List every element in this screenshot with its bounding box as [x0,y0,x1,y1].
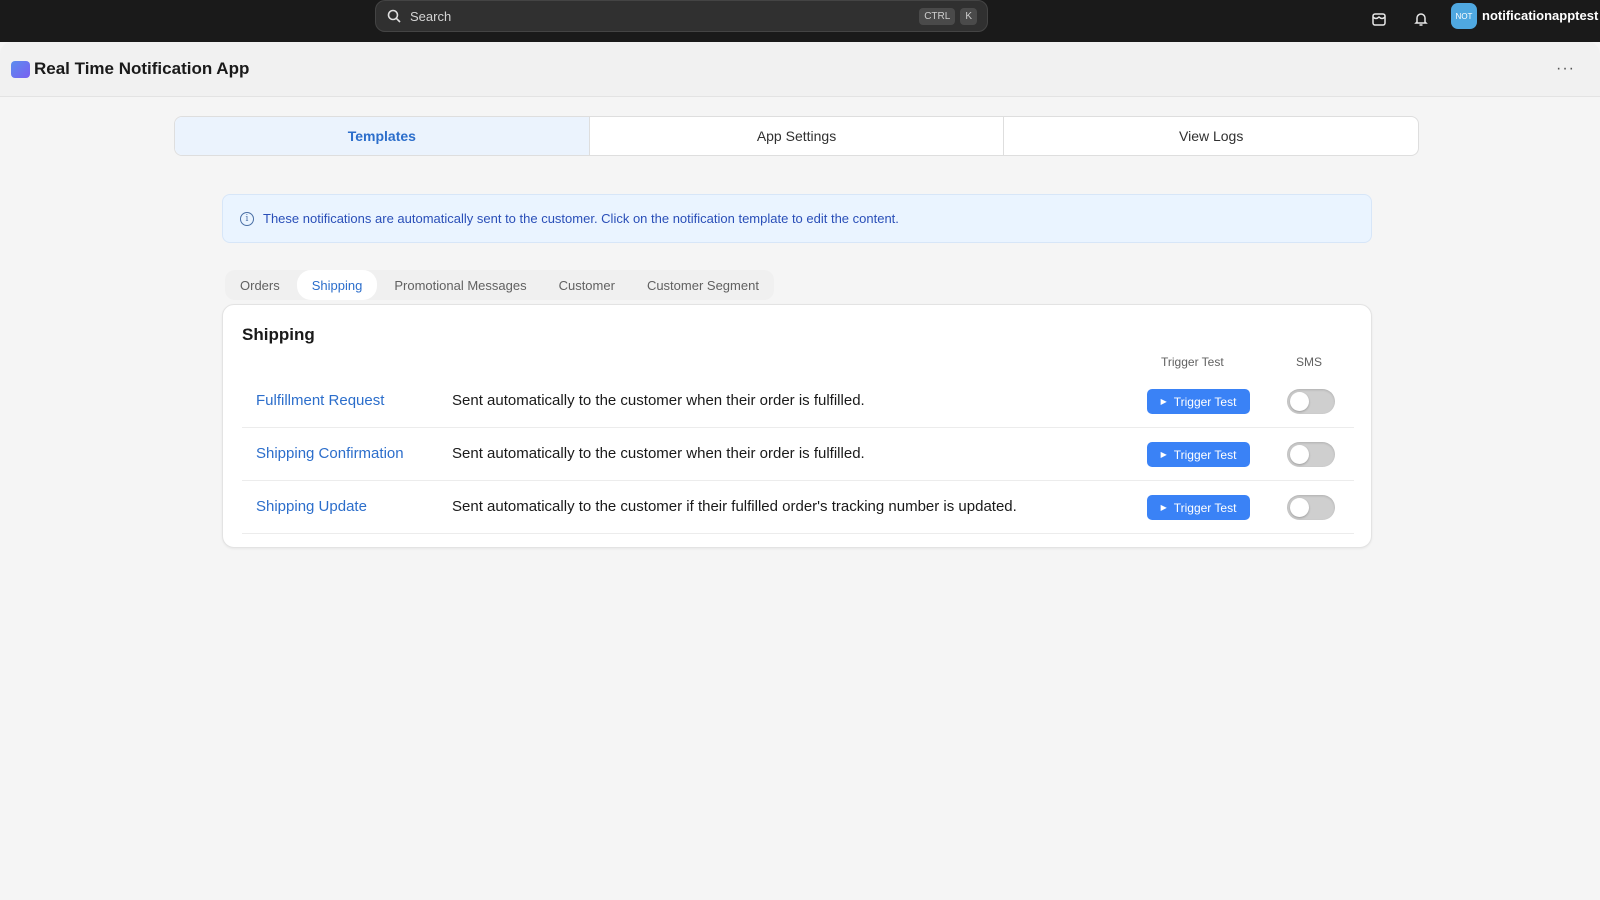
toggle-knob [1290,392,1309,411]
shortcut-key-ctrl: CTRL [919,7,956,25]
template-description: Sent automatically to the customer when … [452,392,865,409]
app-logo-icon [11,61,30,78]
top-bar: Search CTRL K NOT notificationapptest [0,0,1600,42]
template-row: Shipping Update Sent automatically to th… [242,481,1354,534]
bell-icon[interactable] [1408,6,1434,32]
template-link-shipping-update[interactable]: Shipping Update [256,498,367,515]
toggle-knob [1290,498,1309,517]
tab-app-settings[interactable]: App Settings [590,117,1005,155]
info-icon: i [240,211,254,226]
template-row: Fulfillment Request Sent automatically t… [242,375,1354,428]
app-header: Real Time Notification App ··· [0,42,1600,97]
subtab-customer[interactable]: Customer [544,270,630,300]
tab-templates[interactable]: Templates [175,117,590,155]
subtab-shipping[interactable]: Shipping [296,270,378,300]
template-link-fulfillment-request[interactable]: Fulfillment Request [256,392,384,409]
sms-toggle[interactable] [1287,389,1335,414]
template-link-shipping-confirmation[interactable]: Shipping Confirmation [256,445,404,462]
sub-tabs: Orders Shipping Promotional Messages Cus… [225,270,774,300]
shortcut-key-k: K [960,7,977,25]
trigger-test-label: Trigger Test [1173,500,1237,515]
toggle-knob [1290,445,1309,464]
trigger-test-label: Trigger Test [1173,447,1237,462]
store-icon[interactable] [1366,6,1392,32]
column-header-trigger-test: Trigger Test [1161,355,1224,369]
avatar[interactable]: NOT [1451,3,1477,29]
search-placeholder: Search [410,8,452,24]
shipping-card: Shipping Trigger Test SMS Fulfillment Re… [222,304,1372,548]
main-tabs: Templates App Settings View Logs [174,116,1419,156]
play-icon: ▶ [1160,503,1167,512]
banner-message: These notifications are automatically se… [263,211,899,226]
username[interactable]: notificationapptest [1482,8,1598,23]
play-icon: ▶ [1160,450,1167,459]
card-title: Shipping [242,325,315,344]
more-actions-button[interactable]: ··· [1556,60,1575,78]
info-banner: i These notifications are automatically … [222,194,1372,243]
search-bar[interactable]: Search CTRL K [375,0,988,32]
template-description: Sent automatically to the customer when … [452,445,865,462]
sms-toggle[interactable] [1287,442,1335,467]
subtab-orders[interactable]: Orders [225,270,295,300]
column-header-sms: SMS [1296,355,1323,369]
tab-view-logs[interactable]: View Logs [1004,117,1418,155]
trigger-test-button[interactable]: ▶ Trigger Test [1147,389,1250,414]
trigger-test-button[interactable]: ▶ Trigger Test [1147,495,1250,520]
sms-toggle[interactable] [1287,495,1335,520]
page-title: Real Time Notification App [34,59,250,78]
template-row: Shipping Confirmation Sent automatically… [242,428,1354,481]
search-icon [386,8,402,24]
trigger-test-button[interactable]: ▶ Trigger Test [1147,442,1250,467]
template-description: Sent automatically to the customer if th… [452,498,1017,515]
subtab-customer-segment[interactable]: Customer Segment [632,270,774,300]
subtab-promotional-messages[interactable]: Promotional Messages [379,270,541,300]
play-icon: ▶ [1160,397,1167,406]
trigger-test-label: Trigger Test [1173,394,1237,409]
